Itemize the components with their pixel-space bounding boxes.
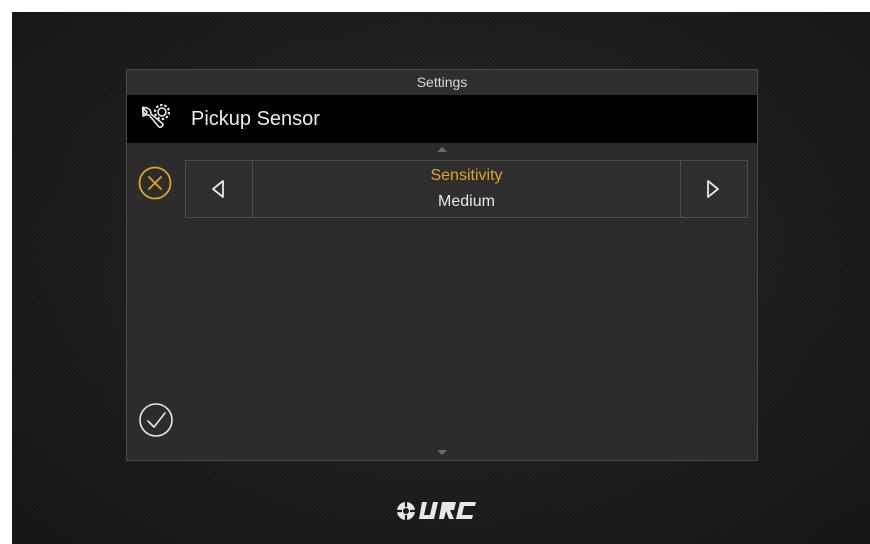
- sensitivity-selector: Sensitivity Medium: [185, 160, 748, 218]
- selector-value: Medium: [438, 193, 495, 210]
- selector-label: Sensitivity: [430, 167, 503, 184]
- page-title: Pickup Sensor: [191, 108, 320, 130]
- scroll-down-indicator: [437, 450, 447, 455]
- urc-logo: [397, 502, 476, 520]
- chevron-right-icon: [707, 180, 719, 198]
- settings-dialog: Settings Pickup Sensor Sensitivity Mediu…: [126, 69, 758, 461]
- cancel-button[interactable]: [138, 166, 172, 200]
- header-bar: Pickup Sensor: [127, 95, 757, 143]
- wrench-gear-icon: [141, 103, 171, 128]
- dialog-title: Settings: [127, 70, 757, 95]
- scroll-up-indicator: [437, 147, 447, 152]
- next-option-button[interactable]: [680, 161, 747, 217]
- previous-option-button[interactable]: [186, 161, 253, 217]
- device-screen: Settings Pickup Sensor Sensitivity Mediu…: [12, 12, 870, 544]
- confirm-button[interactable]: [138, 402, 174, 438]
- chevron-left-icon: [212, 180, 224, 198]
